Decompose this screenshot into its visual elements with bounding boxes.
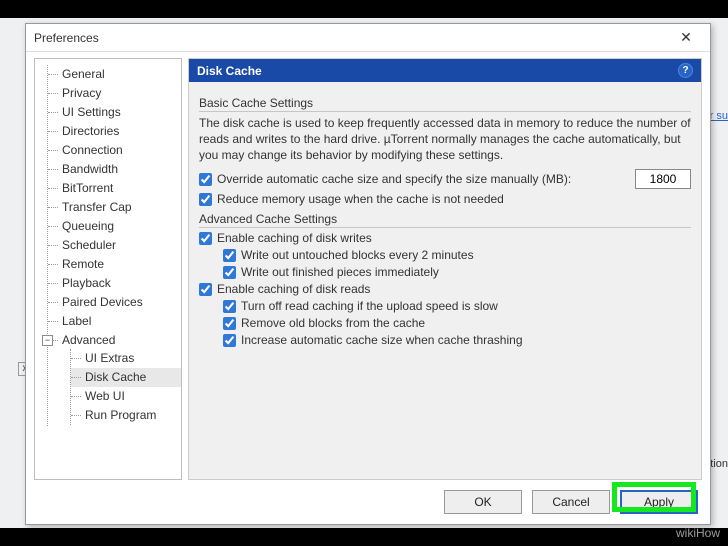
tree-item-run-program[interactable]: Run Program — [71, 406, 181, 425]
preferences-tree[interactable]: GeneralPrivacyUI SettingsDirectoriesConn… — [34, 58, 182, 480]
increase-cache-label: Increase automatic cache size when cache… — [241, 333, 523, 347]
enable-reads-checkbox[interactable] — [199, 283, 212, 296]
write-untouched-label: Write out untouched blocks every 2 minut… — [241, 248, 474, 262]
tree-expander-icon[interactable]: − — [42, 335, 53, 346]
override-cache-label: Override automatic cache size and specif… — [217, 172, 571, 186]
remove-old-label: Remove old blocks from the cache — [241, 316, 425, 330]
tree-item-playback[interactable]: Playback — [48, 274, 181, 293]
enable-writes-label: Enable caching of disk writes — [217, 231, 372, 245]
panel-title: Disk Cache — [197, 64, 678, 78]
write-untouched-checkbox[interactable] — [223, 249, 236, 262]
tree-item-advanced[interactable]: Advanced−UI ExtrasDisk CacheWeb UIRun Pr… — [48, 331, 181, 426]
basic-description: The disk cache is used to keep frequentl… — [199, 115, 691, 163]
reduce-memory-label: Reduce memory usage when the cache is no… — [217, 192, 504, 206]
dialog-title: Preferences — [34, 31, 670, 45]
basic-group-title: Basic Cache Settings — [199, 96, 691, 112]
tree-item-bandwidth[interactable]: Bandwidth — [48, 160, 181, 179]
preferences-dialog: Preferences ✕ GeneralPrivacyUI SettingsD… — [25, 23, 711, 525]
close-icon[interactable]: ✕ — [670, 26, 702, 50]
tree-item-scheduler[interactable]: Scheduler — [48, 236, 181, 255]
tree-item-general[interactable]: General — [48, 65, 181, 84]
ok-button[interactable]: OK — [444, 490, 522, 514]
increase-cache-checkbox[interactable] — [223, 334, 236, 347]
tree-item-ui-extras[interactable]: UI Extras — [71, 349, 181, 368]
tree-item-label[interactable]: Label — [48, 312, 181, 331]
tree-item-privacy[interactable]: Privacy — [48, 84, 181, 103]
turnoff-read-checkbox[interactable] — [223, 300, 236, 313]
tree-item-connection[interactable]: Connection — [48, 141, 181, 160]
override-cache-checkbox[interactable] — [199, 173, 212, 186]
tree-item-remote[interactable]: Remote — [48, 255, 181, 274]
cache-size-input[interactable] — [635, 169, 691, 189]
tree-item-transfer-cap[interactable]: Transfer Cap — [48, 198, 181, 217]
tree-item-disk-cache[interactable]: Disk Cache — [71, 368, 181, 387]
tree-item-ui-settings[interactable]: UI Settings — [48, 103, 181, 122]
reduce-memory-checkbox[interactable] — [199, 193, 212, 206]
tree-item-paired-devices[interactable]: Paired Devices — [48, 293, 181, 312]
tree-item-queueing[interactable]: Queueing — [48, 217, 181, 236]
enable-writes-checkbox[interactable] — [199, 232, 212, 245]
cancel-button[interactable]: Cancel — [532, 490, 610, 514]
dialog-titlebar: Preferences ✕ — [26, 24, 710, 52]
write-finished-label: Write out finished pieces immediately — [241, 265, 439, 279]
settings-panel: Disk Cache ? Basic Cache Settings The di… — [188, 58, 702, 480]
watermark: wikiHow — [676, 526, 720, 540]
enable-reads-label: Enable caching of disk reads — [217, 282, 370, 296]
advanced-group-title: Advanced Cache Settings — [199, 212, 691, 228]
turnoff-read-label: Turn off read caching if the upload spee… — [241, 299, 498, 313]
help-icon[interactable]: ? — [678, 63, 693, 78]
remove-old-checkbox[interactable] — [223, 317, 236, 330]
dialog-button-bar: OK Cancel Apply — [26, 480, 710, 524]
write-finished-checkbox[interactable] — [223, 266, 236, 279]
apply-button[interactable]: Apply — [620, 490, 698, 514]
tree-item-web-ui[interactable]: Web UI — [71, 387, 181, 406]
tree-item-directories[interactable]: Directories — [48, 122, 181, 141]
tree-item-bittorrent[interactable]: BitTorrent — [48, 179, 181, 198]
